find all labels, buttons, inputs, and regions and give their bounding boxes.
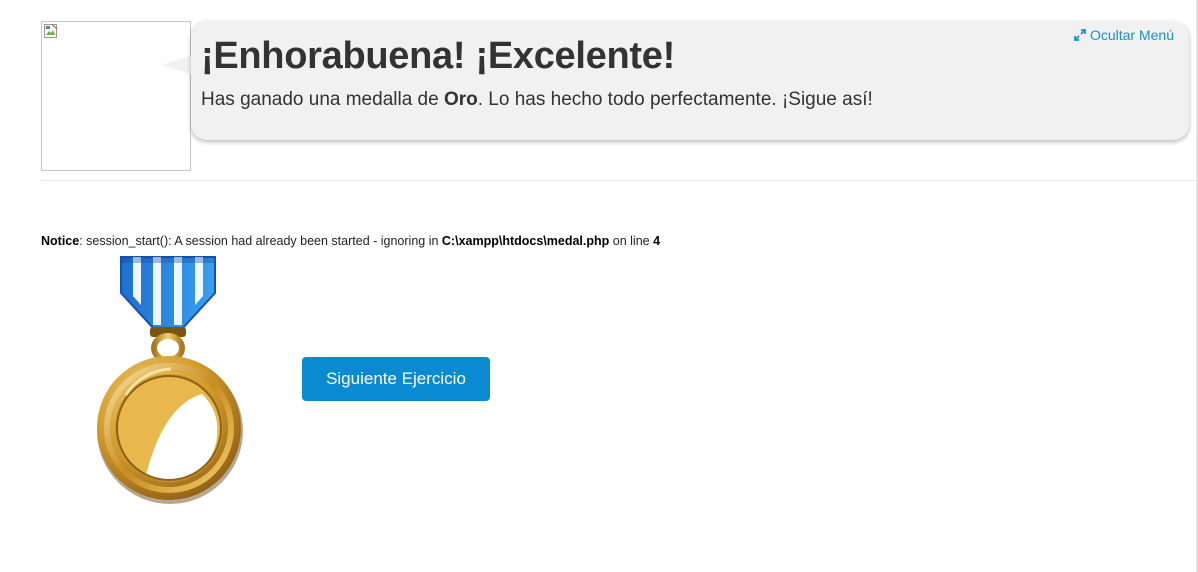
result-message: Has ganado una medalla de Oro. Lo has he… <box>201 89 873 111</box>
notice-line-number: 4 <box>653 234 661 248</box>
message-bubble: ¡Enhorabuena! ¡Excelente! Has ganado una… <box>191 21 1189 140</box>
expand-arrows-icon <box>1074 29 1086 41</box>
next-exercise-button[interactable]: Siguiente Ejercicio <box>302 357 490 401</box>
notice-file: C:\xampp\htdocs\medal.php <box>441 234 610 248</box>
notice-text: : session_start(): A session had already… <box>79 234 442 248</box>
medal-name: Oro <box>443 89 478 110</box>
notice-label: Notice <box>41 234 80 248</box>
message-prefix: Has ganado una medalla de <box>201 89 444 110</box>
php-notice: Notice: session_start(): A session had a… <box>41 234 660 248</box>
avatar <box>41 21 191 171</box>
page-title: ¡Enhorabuena! ¡Excelente! <box>201 35 675 77</box>
hide-menu-label: Ocultar Menú <box>1089 27 1174 43</box>
header-divider <box>41 180 1196 181</box>
notice-line-text: on line <box>609 234 654 248</box>
message-suffix: . Lo has hecho todo perfectamente. ¡Sigu… <box>477 89 873 110</box>
gold-medal-icon <box>97 256 243 504</box>
bubble-tail <box>161 55 193 75</box>
hide-menu-link[interactable]: Ocultar Menú <box>1074 27 1174 43</box>
broken-image-icon <box>44 24 58 38</box>
